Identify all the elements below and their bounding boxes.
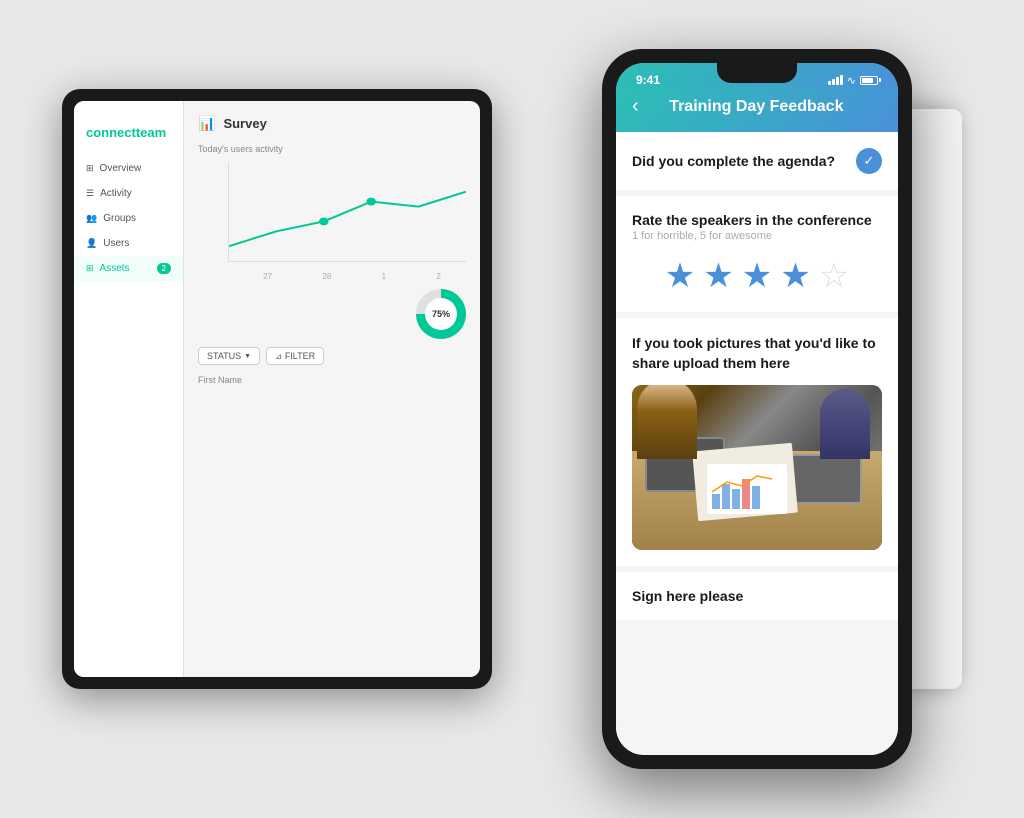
user-icon: 👤 [86,238,97,249]
checkmark-icon: ✓ [864,153,875,169]
rating-subtitle: 1 for horrible, 5 for awesome [632,230,882,242]
phone-screen: 9:41 ∿ ‹ Trainin [616,63,898,755]
phone-device: 9:41 ∿ ‹ Trainin [602,49,912,769]
filter-label: FILTER [285,351,315,361]
chevron-down-icon: ▼ [244,353,251,360]
chart-area [228,162,466,262]
nav-activity[interactable]: ☰ Activity [74,181,183,206]
list-icon: ☰ [86,188,94,199]
chart-icon: 📊 [198,115,215,132]
status-button[interactable]: STATUS ▼ [198,347,260,365]
donut-chart: 75% [416,289,466,339]
tablet-device: connectteam ⊞ Overview ☰ Activity 👥 Grou… [62,89,492,689]
nav-activity-label: Activity [100,188,132,199]
logo-prefix: connect [86,125,136,140]
star-3[interactable]: ★ [742,256,772,296]
star-2[interactable]: ★ [703,256,733,296]
phone-content: Did you complete the agenda? ✓ Rate the … [616,132,898,755]
nav-users[interactable]: 👤 Users [74,231,183,256]
back-button[interactable]: ‹ [632,95,639,118]
wifi-icon: ∿ [847,74,856,87]
assets-badge: 2 [157,263,171,274]
star-1[interactable]: ★ [665,256,695,296]
status-time: 9:41 [636,73,660,87]
donut-label: 75% [432,309,450,319]
chart-on-paper [707,464,787,514]
photo-preview[interactable] [632,385,882,550]
filter-button[interactable]: ⊿ FILTER [266,347,324,365]
nav-users-label: Users [103,238,129,249]
page-title: Training Day Feedback [651,98,862,116]
agenda-checkbox[interactable]: ✓ [856,148,882,174]
upload-section: If you took pictures that you'd like to … [616,318,898,566]
signal-icon [828,75,843,85]
tablet-toolbar: STATUS ▼ ⊿ FILTER [198,347,466,365]
agenda-section: Did you complete the agenda? ✓ [616,132,898,190]
status-label: STATUS [207,351,241,361]
nav-overview[interactable]: ⊞ Overview [74,156,183,181]
agenda-row: Did you complete the agenda? ✓ [632,148,882,174]
phone-header: ‹ Training Day Feedback [616,87,898,132]
upload-question: If you took pictures that you'd like to … [632,334,882,373]
panel-header: 📊 Survey [198,115,466,132]
nav-overview-label: Overview [100,163,142,174]
nav-groups-label: Groups [103,213,136,224]
nav-assets-label: Assets [100,263,130,274]
rating-question: Rate the speakers in the conference [632,212,882,228]
rating-section: Rate the speakers in the conference 1 fo… [616,196,898,312]
signature-question: Sign here please [632,588,882,604]
column-header: First Name [198,375,466,385]
status-icons: ∿ [828,74,878,87]
tablet-main-panel: 📊 Survey Today's users activity 500 400 … [184,101,480,677]
tablet-sidebar: connectteam ⊞ Overview ☰ Activity 👥 Grou… [74,101,184,677]
stars-container: ★ ★ ★ ★ ☆ [632,256,882,296]
donut-row: 75% [198,289,466,339]
scene: connectteam ⊞ Overview ☰ Activity 👥 Grou… [62,29,962,789]
nav-groups[interactable]: 👥 Groups [74,206,183,231]
logo-suffix: team [136,125,166,140]
line-chart [229,162,466,261]
signature-section: Sign here please [616,572,898,620]
assets-icon: ⊞ [86,263,94,274]
grid-icon: ⊞ [86,163,94,174]
battery-icon [860,76,878,85]
filter-icon: ⊿ [275,352,282,361]
app-logo: connectteam [74,117,183,156]
meeting-photo [632,385,882,550]
users-icon: 👥 [86,213,97,224]
chart-x-labels: 27 28 1 2 [238,272,466,281]
nav-assets[interactable]: ⊞ Assets 2 [74,256,183,281]
star-5[interactable]: ☆ [819,256,849,296]
panel-title: Survey [223,116,266,131]
chart-label: Today's users activity [198,144,466,154]
star-4[interactable]: ★ [780,256,810,296]
phone-notch [717,63,797,83]
agenda-question: Did you complete the agenda? [632,153,835,169]
